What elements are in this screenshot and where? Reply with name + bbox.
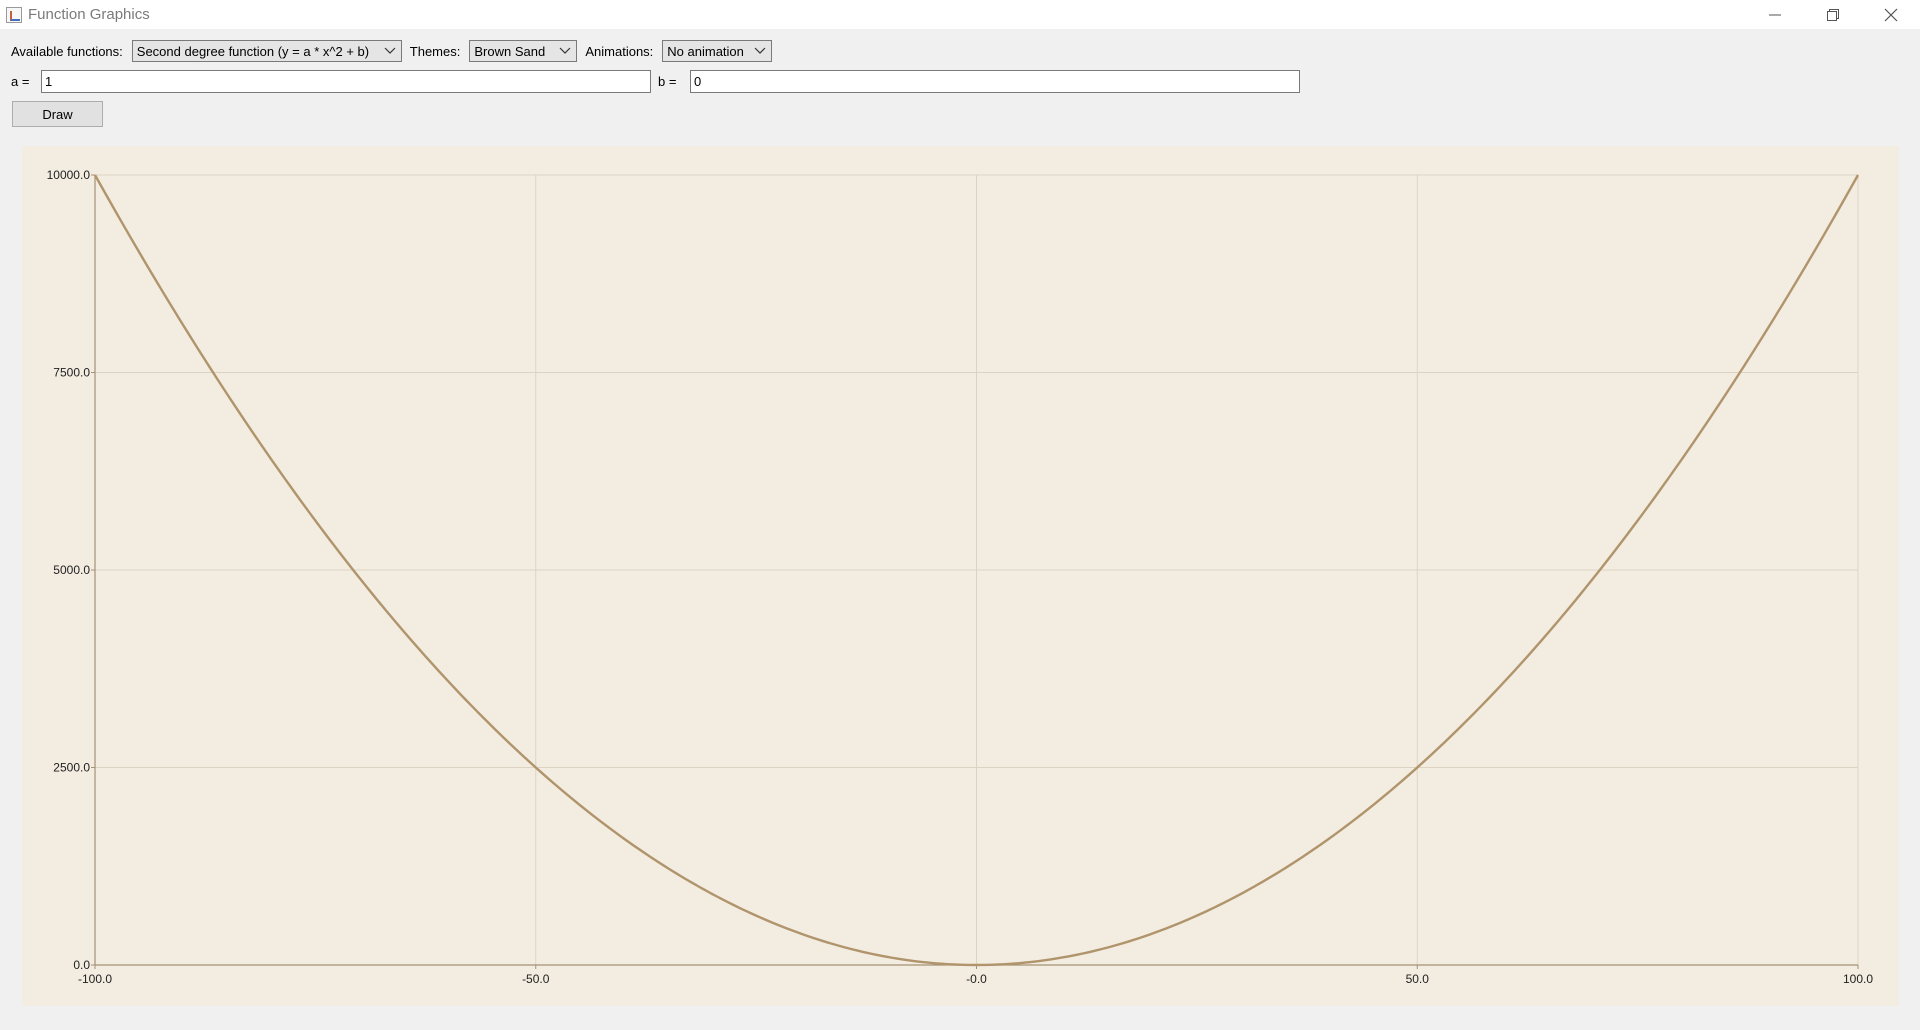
themes-select-value: Brown Sand bbox=[474, 43, 546, 59]
y-tick-label: 10000.0 bbox=[47, 168, 91, 182]
y-tick-label: 0.0 bbox=[73, 958, 90, 972]
title-bar: Function Graphics bbox=[0, 0, 1920, 29]
themes-select[interactable]: Brown Sand bbox=[469, 40, 578, 62]
y-tick-label: 5000.0 bbox=[53, 563, 90, 577]
themes-label: Themes: bbox=[409, 43, 461, 59]
x-tick-label: -100.0 bbox=[78, 972, 112, 986]
animations-select[interactable]: No animation bbox=[662, 40, 773, 62]
minimize-icon bbox=[1769, 14, 1781, 15]
maximize-button[interactable] bbox=[1804, 0, 1862, 29]
close-button[interactable] bbox=[1862, 0, 1920, 29]
b-input-value: 0 bbox=[694, 74, 702, 89]
x-tick-labels: -100.0 -50.0 -0.0 50.0 100.0 bbox=[78, 972, 1873, 986]
chart-app-icon bbox=[6, 6, 22, 23]
animations-label: Animations: bbox=[585, 43, 654, 59]
parameters-row: a = 1 b = 0 bbox=[11, 70, 1300, 93]
chart-area: 0.0 2500.0 5000.0 7500.0 10000.0 -100.0 -50.0… bbox=[22, 146, 1899, 1006]
x-tick-label: 50.0 bbox=[1406, 972, 1430, 986]
functions-select-value: Second degree function (y = a * x^2 + b) bbox=[136, 43, 370, 59]
minimize-button[interactable] bbox=[1746, 0, 1804, 29]
animations-select-value: No animation bbox=[667, 43, 744, 59]
functions-label: Available functions: bbox=[11, 43, 123, 59]
x-tick-label: 100.0 bbox=[1843, 972, 1873, 986]
draw-button-label: Draw bbox=[42, 106, 73, 122]
x-tick-label: -50.0 bbox=[522, 972, 550, 986]
grid-lines bbox=[94, 174, 1859, 966]
a-label: a = bbox=[11, 74, 30, 89]
restore-icon bbox=[1827, 8, 1839, 21]
functions-select[interactable]: Second degree function (y = a * x^2 + b) bbox=[131, 40, 402, 62]
chevron-down-icon bbox=[384, 47, 396, 54]
y-tick-labels: 0.0 2500.0 5000.0 7500.0 10000.0 bbox=[47, 168, 91, 972]
b-label: b = bbox=[658, 74, 677, 89]
chevron-down-icon bbox=[559, 47, 571, 54]
draw-button[interactable]: Draw bbox=[12, 101, 103, 127]
options-row: Available functions: Second degree funct… bbox=[11, 40, 780, 62]
window-title: Function Graphics bbox=[28, 6, 150, 23]
x-tick-label: -0.0 bbox=[966, 972, 987, 986]
y-tick-label: 2500.0 bbox=[53, 761, 90, 775]
close-icon bbox=[1884, 8, 1898, 21]
function-chart: 0.0 2500.0 5000.0 7500.0 10000.0 -100.0 -50.0… bbox=[47, 168, 1874, 986]
y-tick-label: 7500.0 bbox=[53, 366, 90, 380]
window-controls bbox=[1746, 0, 1920, 29]
chevron-down-icon bbox=[754, 47, 766, 54]
a-input[interactable]: 1 bbox=[41, 70, 651, 93]
a-input-value: 1 bbox=[45, 74, 53, 89]
b-input[interactable]: 0 bbox=[690, 70, 1300, 93]
